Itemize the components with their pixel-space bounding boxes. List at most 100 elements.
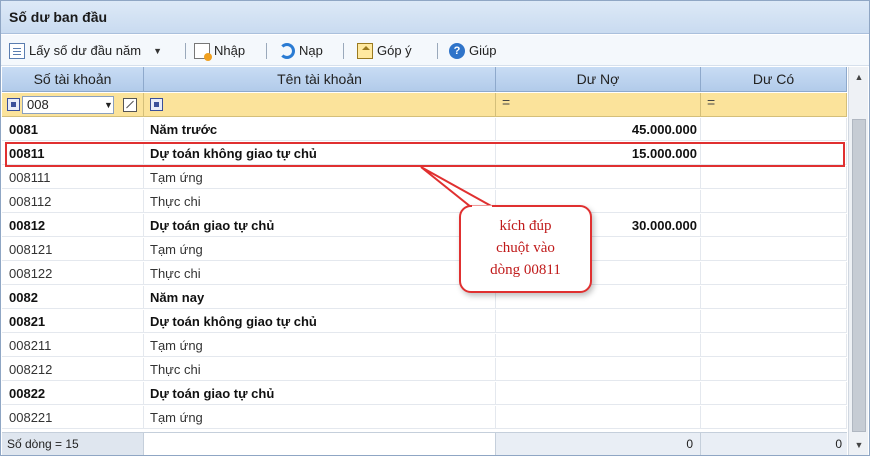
cell-credit[interactable] [701, 142, 847, 165]
cell-name[interactable]: Dự toán giao tự chủ [144, 214, 496, 237]
callout-line: chuột vào [496, 240, 555, 256]
cell-name[interactable]: Dự toán giao tự chủ [144, 382, 496, 405]
cell-account[interactable]: 008221 [2, 406, 144, 429]
cell-name[interactable]: Tạm ứng [144, 166, 496, 189]
filter-operator-icon[interactable] [150, 98, 163, 111]
table-row[interactable]: 008212 Thực chi [2, 358, 847, 381]
table-row[interactable]: 00822 Dự toán giao tự chủ [2, 382, 847, 405]
cell-credit[interactable] [701, 238, 847, 261]
cell-account[interactable]: 008111 [2, 166, 144, 189]
table-row[interactable]: 008221 Tạm ứng [2, 406, 847, 429]
import-button[interactable]: Nhập [194, 40, 245, 61]
cell-account[interactable]: 008211 [2, 334, 144, 357]
cell-name[interactable]: Năm trước [144, 118, 496, 141]
table-row[interactable]: 00811 Dự toán không giao tự chủ 15.000.000 [2, 142, 847, 165]
filter-row: 008 ▼ = = [2, 93, 847, 117]
column-header-debit[interactable]: Dư Nợ [496, 67, 701, 92]
help-button[interactable]: ? Giúp [449, 40, 496, 61]
window-title: Số dư ban đầu [9, 9, 108, 25]
table-row[interactable]: 008211 Tạm ứng [2, 334, 847, 357]
cell-credit[interactable] [701, 214, 847, 237]
help-icon: ? [449, 42, 465, 59]
cell-credit[interactable] [701, 190, 847, 213]
cell-credit[interactable] [701, 118, 847, 141]
cell-name[interactable]: Dự toán không giao tự chủ [144, 142, 496, 165]
cell-debit[interactable] [496, 310, 701, 333]
filter-cell-debit[interactable]: = [496, 93, 701, 117]
table-row[interactable]: 0082 Năm nay [2, 286, 847, 309]
cell-debit[interactable]: 45.000.000 [496, 118, 701, 141]
cell-account[interactable]: 008112 [2, 190, 144, 213]
reload-label: Nạp [299, 43, 323, 58]
help-label: Giúp [469, 43, 497, 58]
cell-name[interactable]: Thực chi [144, 262, 496, 285]
cell-credit[interactable] [701, 262, 847, 285]
grid-header: Số tài khoản Tên tài khoản Dư Nợ Dư Có [2, 67, 847, 92]
cell-credit[interactable] [701, 310, 847, 333]
cell-name[interactable]: Dự toán không giao tự chủ [144, 310, 496, 333]
cell-account[interactable]: 00822 [2, 382, 144, 405]
callout-line: kích đúp [499, 218, 552, 234]
table-row[interactable]: 0081 Năm trước 45.000.000 [2, 118, 847, 141]
feedback-button[interactable]: Góp ý [357, 40, 412, 61]
cell-debit[interactable]: 15.000.000 [496, 142, 701, 165]
filter-cell-credit[interactable]: = [701, 93, 847, 117]
table-row[interactable]: 00821 Dự toán không giao tự chủ [2, 310, 847, 333]
cell-credit[interactable] [701, 286, 847, 309]
credit-total: 0 [835, 437, 842, 451]
cell-name[interactable]: Thực chi [144, 190, 496, 213]
cell-name[interactable]: Thực chi [144, 358, 496, 381]
column-header-account-name[interactable]: Tên tài khoản [144, 67, 496, 92]
cell-account[interactable]: 008212 [2, 358, 144, 381]
column-header-credit[interactable]: Dư Có [701, 67, 847, 92]
scroll-up-icon[interactable]: ▲ [849, 69, 869, 85]
cell-credit[interactable] [701, 382, 847, 405]
reload-button[interactable]: Nạp [279, 40, 323, 61]
import-label: Nhập [214, 43, 246, 58]
table-row[interactable]: 008122 Thực chi [2, 262, 847, 285]
cell-account[interactable]: 0082 [2, 286, 144, 309]
cell-credit[interactable] [701, 334, 847, 357]
cell-debit[interactable] [496, 358, 701, 381]
filter-cell-account: 008 ▼ [2, 93, 144, 117]
clear-filter-icon[interactable] [123, 98, 137, 112]
cell-account[interactable]: 0081 [2, 118, 144, 141]
cell-name[interactable]: Tạm ứng [144, 238, 496, 261]
vertical-scrollbar[interactable]: ▲ ▼ [848, 67, 868, 455]
cell-account[interactable]: 008122 [2, 262, 144, 285]
toolbar-divider [437, 43, 438, 59]
scroll-down-icon[interactable]: ▼ [849, 437, 869, 453]
filter-operator-icon[interactable] [7, 98, 20, 111]
cell-name[interactable]: Tạm ứng [144, 406, 496, 429]
cell-credit[interactable] [701, 166, 847, 189]
credit-filter-operator[interactable]: = [707, 94, 715, 110]
table-row[interactable]: 00812 Dự toán giao tự chủ 30.000.000 [2, 214, 847, 237]
cell-credit[interactable] [701, 406, 847, 429]
cell-account[interactable]: 00811 [2, 142, 144, 165]
column-header-account-number[interactable]: Số tài khoản [2, 67, 144, 92]
cell-debit[interactable] [496, 334, 701, 357]
opening-balance-window: Số dư ban đầu Lấy số dư đầu năm ▼ Nhập N… [0, 0, 870, 456]
cell-name[interactable]: Năm nay [144, 286, 496, 309]
chevron-down-icon[interactable]: ▼ [104, 96, 113, 114]
get-opening-balance-button[interactable]: Lấy số dư đầu năm ▼ [9, 40, 162, 61]
chevron-down-icon[interactable]: ▼ [153, 46, 162, 56]
table-row[interactable]: 008111 Tạm ứng [2, 166, 847, 189]
toolbar-divider [266, 43, 267, 59]
debit-total: 0 [496, 433, 701, 455]
toolbar-divider [185, 43, 186, 59]
table-row[interactable]: 008121 Tạm ứng [2, 238, 847, 261]
cell-name[interactable]: Tạm ứng [144, 334, 496, 357]
cell-account[interactable]: 00812 [2, 214, 144, 237]
cell-debit[interactable] [496, 166, 701, 189]
debit-filter-operator[interactable]: = [502, 94, 510, 110]
table-row[interactable]: 008112 Thực chi [2, 190, 847, 213]
account-filter-input[interactable]: 008 [22, 96, 114, 114]
cell-debit[interactable] [496, 406, 701, 429]
cell-account[interactable]: 00821 [2, 310, 144, 333]
scrollbar-thumb[interactable] [852, 119, 866, 432]
cell-credit[interactable] [701, 358, 847, 381]
cell-account[interactable]: 008121 [2, 238, 144, 261]
feedback-label: Góp ý [377, 43, 412, 58]
cell-debit[interactable] [496, 382, 701, 405]
